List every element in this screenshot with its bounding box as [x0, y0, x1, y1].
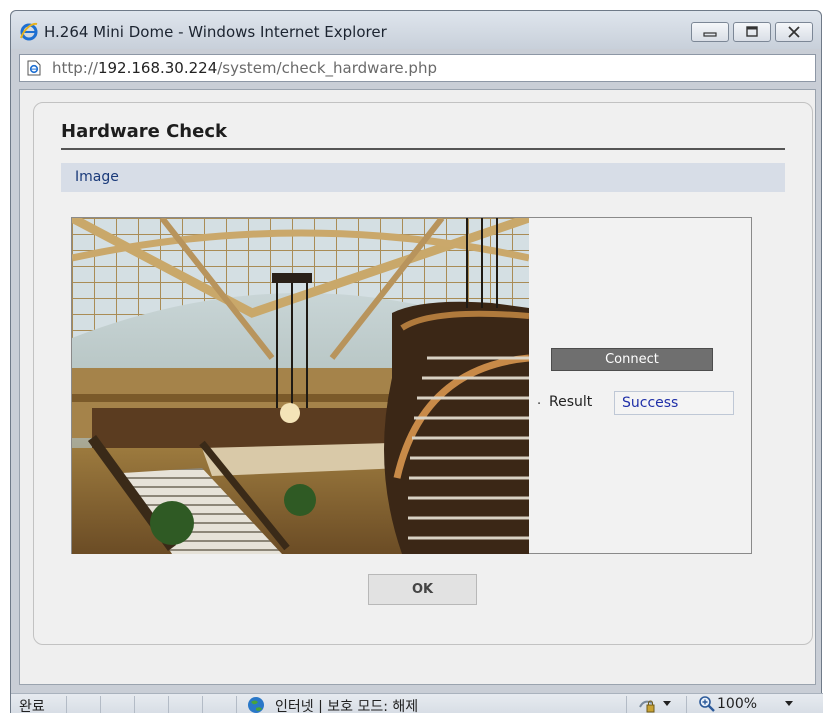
minimize-button[interactable]	[691, 22, 729, 42]
result-value-field: Success	[614, 391, 734, 415]
chevron-down-icon[interactable]	[662, 700, 672, 708]
window-title: H.264 Mini Dome - Windows Internet Explo…	[44, 23, 387, 41]
close-button[interactable]	[775, 22, 813, 42]
status-bar: 완료 인터넷 | 보호 모드: 해제 100%	[11, 693, 823, 713]
page-title: Hardware Check	[61, 121, 227, 142]
internet-explorer-icon	[20, 22, 38, 41]
security-zone-text: 인터넷 | 보호 모드: 해제	[275, 699, 419, 713]
result-label: Result	[549, 394, 593, 410]
chevron-down-icon[interactable]	[784, 700, 794, 708]
maximize-icon	[746, 26, 758, 37]
browser-window: H.264 Mini Dome - Windows Internet Explo…	[10, 10, 823, 713]
page-icon	[27, 60, 41, 76]
globe-icon	[248, 697, 264, 713]
close-icon	[788, 26, 800, 38]
status-divider	[236, 696, 237, 713]
page-content: Hardware Check Image Connect · Result Su…	[19, 89, 816, 685]
security-settings-icon[interactable]	[638, 697, 656, 713]
zoom-level[interactable]: 100%	[717, 696, 757, 712]
address-url[interactable]: http://192.168.30.224/system/check_hardw…	[52, 59, 437, 77]
result-bullet: ·	[537, 397, 542, 412]
section-header-image: Image	[61, 163, 785, 192]
image-check-box: Connect · Result Success	[71, 217, 752, 554]
ok-button[interactable]: OK	[368, 574, 477, 605]
minimize-icon	[703, 32, 717, 37]
status-divider	[134, 696, 135, 713]
status-divider	[202, 696, 203, 713]
status-divider	[168, 696, 169, 713]
connect-button[interactable]: Connect	[551, 348, 713, 371]
status-divider	[66, 696, 67, 713]
zoom-icon[interactable]	[699, 696, 715, 712]
url-path: /system/check_hardware.php	[217, 59, 437, 77]
status-divider	[686, 696, 687, 713]
address-bar[interactable]: http://192.168.30.224/system/check_hardw…	[19, 54, 816, 82]
maximize-button[interactable]	[733, 22, 771, 42]
title-bar: H.264 Mini Dome - Windows Internet Explo…	[11, 11, 821, 49]
hardware-check-panel: Hardware Check Image Connect · Result Su…	[33, 102, 813, 645]
status-divider	[626, 696, 627, 713]
status-divider	[100, 696, 101, 713]
url-host: 192.168.30.224	[97, 59, 218, 77]
section-label: Image	[75, 169, 119, 185]
url-prefix: http://	[52, 59, 98, 77]
title-divider	[61, 148, 785, 150]
camera-snapshot	[72, 218, 529, 554]
status-text: 완료	[19, 699, 45, 713]
